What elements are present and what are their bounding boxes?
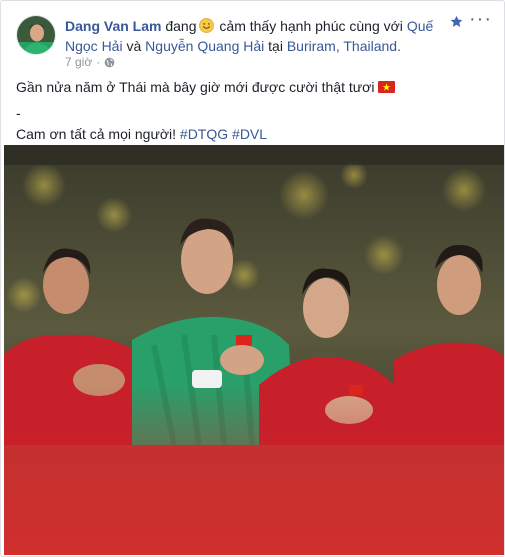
post-actions: ··· bbox=[450, 9, 492, 29]
author-name[interactable]: Dang Van Lam bbox=[65, 18, 161, 34]
location-link[interactable]: Buriram, Thailand. bbox=[287, 38, 401, 54]
post-card: Dang Van Lam đang cảm thấy hạnh phúc cùn… bbox=[0, 0, 505, 557]
author-avatar[interactable] bbox=[16, 15, 56, 55]
status-prefix: đang bbox=[165, 18, 197, 34]
star-icon[interactable] bbox=[450, 15, 463, 28]
more-dots-icon[interactable]: ··· bbox=[469, 9, 492, 29]
post-header: Dang Van Lam đang cảm thấy hạnh phúc cùn… bbox=[65, 16, 445, 56]
post-line-1-text: Gần nửa năm ở Thái mà bây giờ mới được c… bbox=[16, 79, 375, 95]
post-photo-image bbox=[4, 145, 504, 555]
post-timestamp[interactable]: 7 giờ bbox=[65, 55, 92, 69]
post-meta: 7 giờ · bbox=[65, 55, 115, 69]
post-line-2: - bbox=[16, 105, 21, 121]
hashtag-dvl[interactable]: #DVL bbox=[232, 126, 267, 142]
post-line-3-text: Cam ơn tất cả mọi người! bbox=[16, 126, 177, 142]
status-feeling: cảm thấy hạnh phúc cùng với bbox=[219, 18, 403, 34]
smiling-face-emoji bbox=[198, 18, 214, 33]
meta-separator: · bbox=[96, 55, 101, 69]
status-at: tại bbox=[268, 38, 283, 54]
tagged-friend-2[interactable]: Nguyễn Quang Hải bbox=[145, 38, 264, 54]
globe-icon[interactable] bbox=[104, 57, 115, 68]
post-line-3: Cam ơn tất cả mọi người! #DTQG #DVL bbox=[16, 125, 486, 144]
post-line-1: Gần nửa năm ở Thái mà bây giờ mới được c… bbox=[16, 78, 486, 97]
status-conj: và bbox=[126, 38, 142, 54]
post-body: Gần nửa năm ở Thái mà bây giờ mới được c… bbox=[16, 78, 486, 144]
vietnam-flag-emoji bbox=[378, 81, 396, 93]
hashtag-dtqg[interactable]: #DTQG bbox=[180, 126, 228, 142]
post-photo[interactable] bbox=[4, 145, 504, 555]
